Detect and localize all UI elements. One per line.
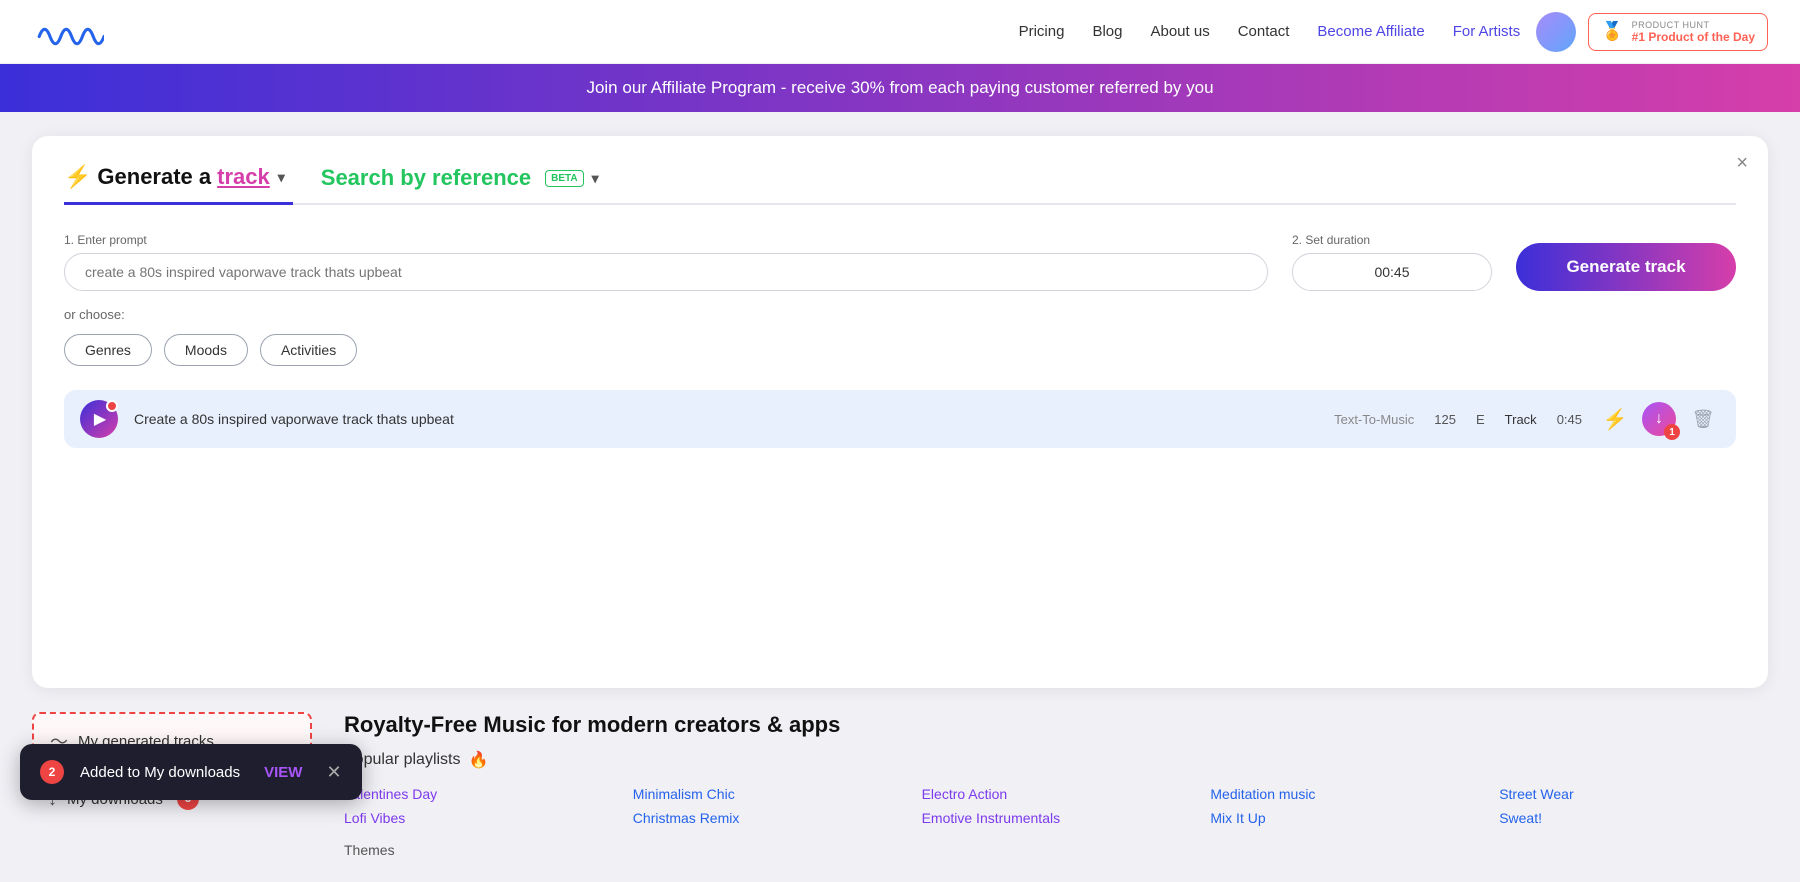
list-item[interactable]: Lofi Vibes: [344, 810, 613, 826]
trophy-icon: 🏅: [1601, 21, 1623, 42]
main-area: × ⚡ Generate a track ▾ Search by referen…: [0, 112, 1800, 712]
avatar[interactable]: [1536, 12, 1576, 52]
tab-generate-word: track: [217, 164, 270, 190]
track-actions: ⚡ ↓ 1 🗑: [1598, 402, 1720, 436]
recording-dot: [106, 400, 118, 412]
tab-generate[interactable]: ⚡ Generate a track ▾: [64, 164, 293, 205]
download-badge: 1: [1664, 424, 1680, 440]
banner-text: Join our Affiliate Program - receive 30%…: [586, 78, 1213, 97]
list-item[interactable]: Emotive Instrumentals: [922, 810, 1191, 826]
list-item[interactable]: Electro Action: [922, 786, 1191, 802]
track-type: Text-To-Music: [1334, 412, 1414, 427]
tab-search[interactable]: Search by reference BETA ▾: [293, 165, 599, 203]
prompt-group: 1. Enter prompt: [64, 233, 1268, 291]
list-item[interactable]: Meditation music: [1210, 786, 1479, 802]
list-item[interactable]: Christmas Remix: [633, 810, 902, 826]
lightning-icon: ⚡: [1603, 407, 1628, 432]
track-title: Create a 80s inspired vaporwave track th…: [134, 411, 1318, 427]
prompt-input[interactable]: [64, 253, 1268, 291]
page-title: Royalty-Free Music for modern creators &…: [344, 712, 1768, 738]
generate-track-button[interactable]: Generate track: [1516, 243, 1736, 291]
close-icon[interactable]: ✕: [326, 762, 341, 783]
or-choose-label: or choose:: [64, 307, 1736, 322]
play-icon: ▶: [94, 409, 106, 429]
tab-search-label: Search by reference: [321, 165, 531, 191]
generator-card: × ⚡ Generate a track ▾ Search by referen…: [32, 136, 1768, 688]
chevron-down-icon: ▾: [278, 169, 285, 186]
ph-title: #1 Product of the Day: [1632, 30, 1755, 44]
prompt-label: 1. Enter prompt: [64, 233, 1268, 247]
logo[interactable]: [32, 16, 104, 48]
pill-activities[interactable]: Activities: [260, 334, 357, 366]
nav-affiliate[interactable]: Become Affiliate: [1317, 23, 1424, 40]
track-bpm: 125: [1434, 412, 1456, 427]
lightning-icon: ⚡: [64, 164, 91, 190]
pill-moods[interactable]: Moods: [164, 334, 248, 366]
track-duration: 0:45: [1557, 412, 1582, 427]
content-area: Royalty-Free Music for modern creators &…: [344, 712, 1768, 858]
product-hunt-badge[interactable]: 🏅 PRODUCT HUNT #1 Product of the Day: [1588, 13, 1768, 51]
nav-pricing[interactable]: Pricing: [1019, 23, 1065, 40]
navbar: Pricing Blog About us Contact Become Aff…: [0, 0, 1800, 64]
beta-badge: BETA: [545, 170, 583, 187]
toast-view-button[interactable]: VIEW: [264, 764, 302, 781]
close-button[interactable]: ×: [1736, 152, 1748, 175]
chevron-down-icon-search: ▾: [592, 170, 599, 187]
ph-badge-text: PRODUCT HUNT #1 Product of the Day: [1632, 20, 1755, 44]
trash-icon: 🗑: [1692, 409, 1715, 430]
nav-contact[interactable]: Contact: [1238, 23, 1290, 40]
list-item[interactable]: Valentines Day: [344, 786, 613, 802]
form-row: 1. Enter prompt 2. Set duration Generate…: [64, 233, 1736, 291]
duration-group: 2. Set duration: [1292, 233, 1492, 291]
list-item[interactable]: Sweat!: [1499, 810, 1768, 826]
playlist-grid: Valentines Day Minimalism Chic Electro A…: [344, 786, 1768, 826]
affiliate-banner[interactable]: Join our Affiliate Program - receive 30%…: [0, 64, 1800, 112]
ph-label: PRODUCT HUNT: [1632, 20, 1755, 30]
tab-generate-prefix: Generate a: [97, 164, 211, 190]
track-row: ▶ Create a 80s inspired vaporwave track …: [64, 390, 1736, 448]
toast-badge: 2: [40, 760, 64, 784]
toast-message: Added to My downloads: [80, 764, 240, 781]
delete-button[interactable]: 🗑: [1686, 402, 1720, 436]
list-item[interactable]: Street Wear: [1499, 786, 1768, 802]
toast-notification: 2 Added to My downloads VIEW ✕: [20, 744, 362, 800]
play-button[interactable]: ▶: [80, 400, 118, 438]
fire-icon: 🔥: [469, 750, 489, 770]
nav-blog[interactable]: Blog: [1092, 23, 1122, 40]
duration-label: 2. Set duration: [1292, 233, 1492, 247]
track-label: Track: [1505, 412, 1537, 427]
navbar-links: Pricing Blog About us Contact Become Aff…: [1019, 23, 1521, 40]
nav-about[interactable]: About us: [1150, 23, 1209, 40]
list-item[interactable]: Mix It Up: [1210, 810, 1479, 826]
themes-label: Themes: [344, 842, 1768, 858]
track-meta: Text-To-Music 125 E Track 0:45: [1334, 412, 1582, 427]
nav-artists[interactable]: For Artists: [1453, 23, 1521, 40]
popular-playlists-label: Popular playlists 🔥: [344, 750, 1768, 770]
duration-input[interactable]: [1292, 253, 1492, 291]
pill-row: Genres Moods Activities: [64, 334, 1736, 366]
download-icon: ↓: [1655, 410, 1663, 428]
generator-tabs: ⚡ Generate a track ▾ Search by reference…: [64, 164, 1736, 205]
pill-genres[interactable]: Genres: [64, 334, 152, 366]
download-button[interactable]: ↓ 1: [1642, 402, 1676, 436]
regenerate-button[interactable]: ⚡: [1598, 402, 1632, 436]
list-item[interactable]: Minimalism Chic: [633, 786, 902, 802]
track-key: E: [1476, 412, 1485, 427]
